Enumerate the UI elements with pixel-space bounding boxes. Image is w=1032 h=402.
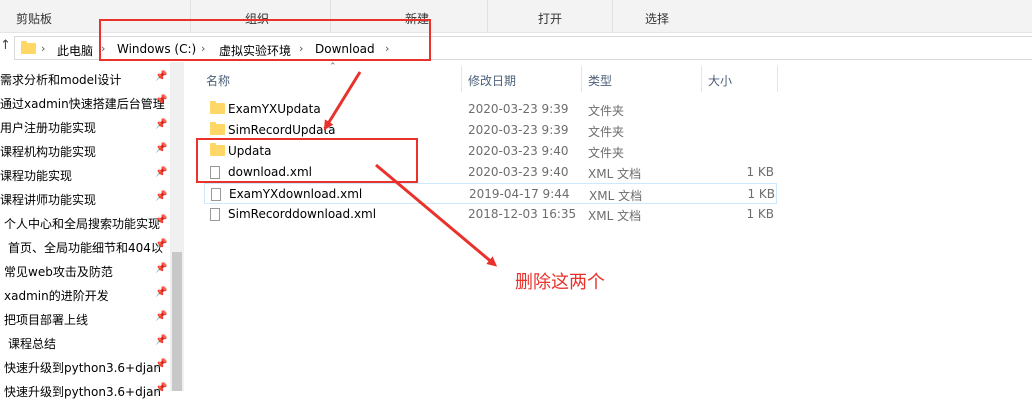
annotation-arrows [323,71,498,267]
annotation-arrow-up [323,71,362,131]
annotation-text: 删除这两个 [515,272,605,293]
annotation-arrow-down [375,163,498,267]
